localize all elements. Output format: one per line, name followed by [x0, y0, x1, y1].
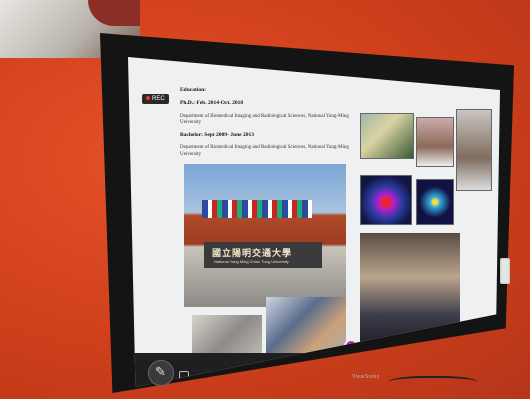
- group-photo-small: [266, 297, 346, 355]
- education-heading: Education:: [180, 87, 206, 93]
- bachelor-dept: Department of Biomedical Imaging and Rad…: [180, 145, 349, 157]
- phd-line: Ph.D.: Feb. 2014-Oct. 2018: [180, 100, 244, 107]
- phd-dept: Department of Biomedical Imaging and Rad…: [180, 113, 349, 125]
- rec-indicator: REC: [142, 94, 169, 104]
- brain-scan-tile: [360, 175, 412, 225]
- campus-photo: 國立陽明交通大學 National Yang Ming Chiao Tung U…: [184, 164, 346, 307]
- microscopy-tile: [360, 113, 414, 159]
- annotate-pen-icon[interactable]: [148, 360, 174, 386]
- shared-document-text: Education: Ph.D.: Feb. 2014-Oct. 2018 De…: [180, 87, 360, 164]
- record-dot-icon: [146, 96, 150, 100]
- wall-outlet: [500, 258, 510, 284]
- bachelor-line: Bachelor: Sept 2009- June 2013: [180, 132, 254, 138]
- tv-cable: [388, 376, 478, 392]
- tv-brand-logo: ViewSonic: [352, 374, 380, 380]
- campus-sign-en: National Yang Ming Chiao Tung University: [214, 259, 289, 264]
- campus-sign: 國立陽明交通大學: [212, 248, 293, 258]
- video-tile: [416, 117, 454, 167]
- scan-tile: [416, 179, 454, 225]
- flags: [202, 200, 312, 218]
- participant-tile: [456, 109, 492, 191]
